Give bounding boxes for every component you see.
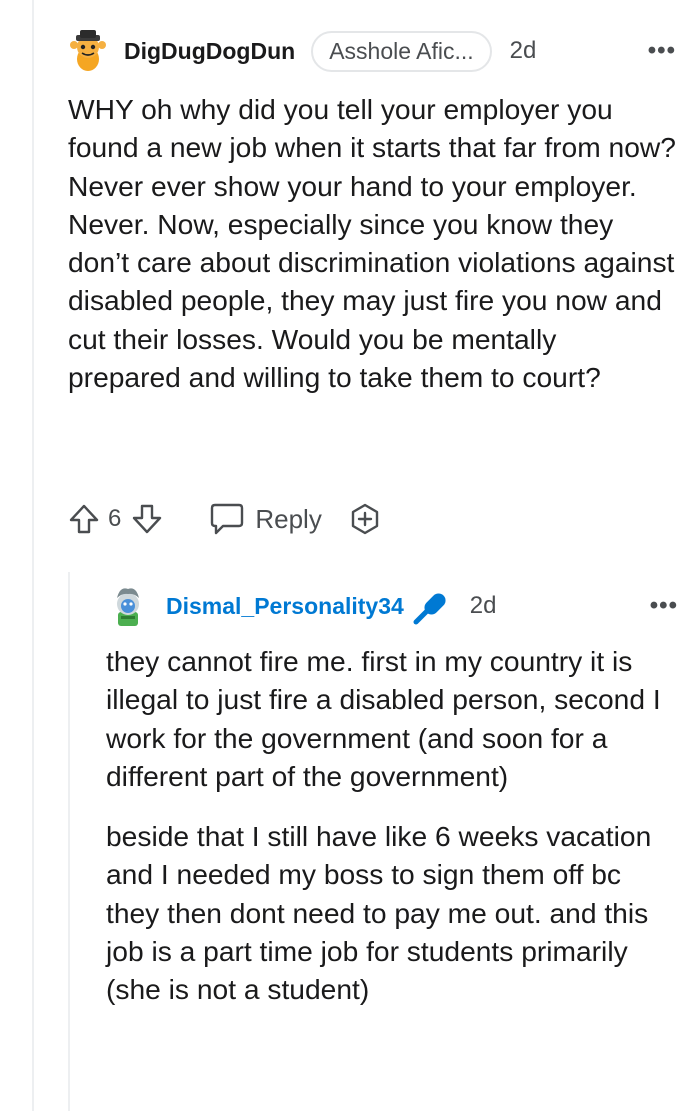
reply-avatar[interactable] — [106, 584, 150, 628]
more-options-icon[interactable]: ••• — [650, 592, 678, 620]
snoo-avatar-icon — [70, 30, 106, 71]
upvote-icon — [69, 504, 99, 534]
upvote-button[interactable] — [68, 503, 100, 535]
reply-comment: Dismal_Personality34 2d ••• they cannot … — [106, 584, 678, 1009]
reply-paragraph: they cannot fire me. first in my country… — [106, 645, 661, 792]
avatar[interactable] — [66, 29, 110, 73]
reply-icon — [211, 503, 244, 535]
comment-body: WHY oh why did you tell your employer yo… — [68, 93, 676, 394]
comment-actions: 6 Reply — [68, 498, 382, 540]
comment-meta: DigDugDogDun Asshole Afic... 2d ••• — [66, 24, 676, 78]
user-flair: Asshole Afic... — [311, 30, 492, 72]
comment-username[interactable]: DigDugDogDun — [124, 38, 295, 65]
reply-username[interactable]: Dismal_Personality34 — [166, 593, 404, 620]
op-microphone-icon — [413, 593, 446, 625]
comment-age: 2d — [509, 37, 537, 64]
reply-paragraph: beside that I still have like 6 weeks va… — [106, 820, 652, 1006]
downvote-icon — [133, 504, 162, 534]
reply-thread-line[interactable] — [68, 572, 70, 1111]
snoo-avatar-icon — [117, 588, 139, 626]
more-options-icon[interactable]: ••• — [648, 37, 676, 65]
thread-line[interactable] — [32, 0, 34, 1111]
top-comment: DigDugDogDun Asshole Afic... 2d ••• WHY … — [66, 24, 676, 396]
downvote-button[interactable] — [131, 503, 163, 535]
reply-meta: Dismal_Personality34 2d ••• — [106, 584, 678, 628]
award-button[interactable] — [348, 502, 382, 536]
reply-button[interactable]: Reply — [209, 502, 322, 536]
reply-label: Reply — [255, 503, 322, 534]
award-icon — [351, 503, 379, 535]
reply-age: 2d — [469, 592, 497, 619]
vote-score: 6 — [108, 505, 122, 532]
